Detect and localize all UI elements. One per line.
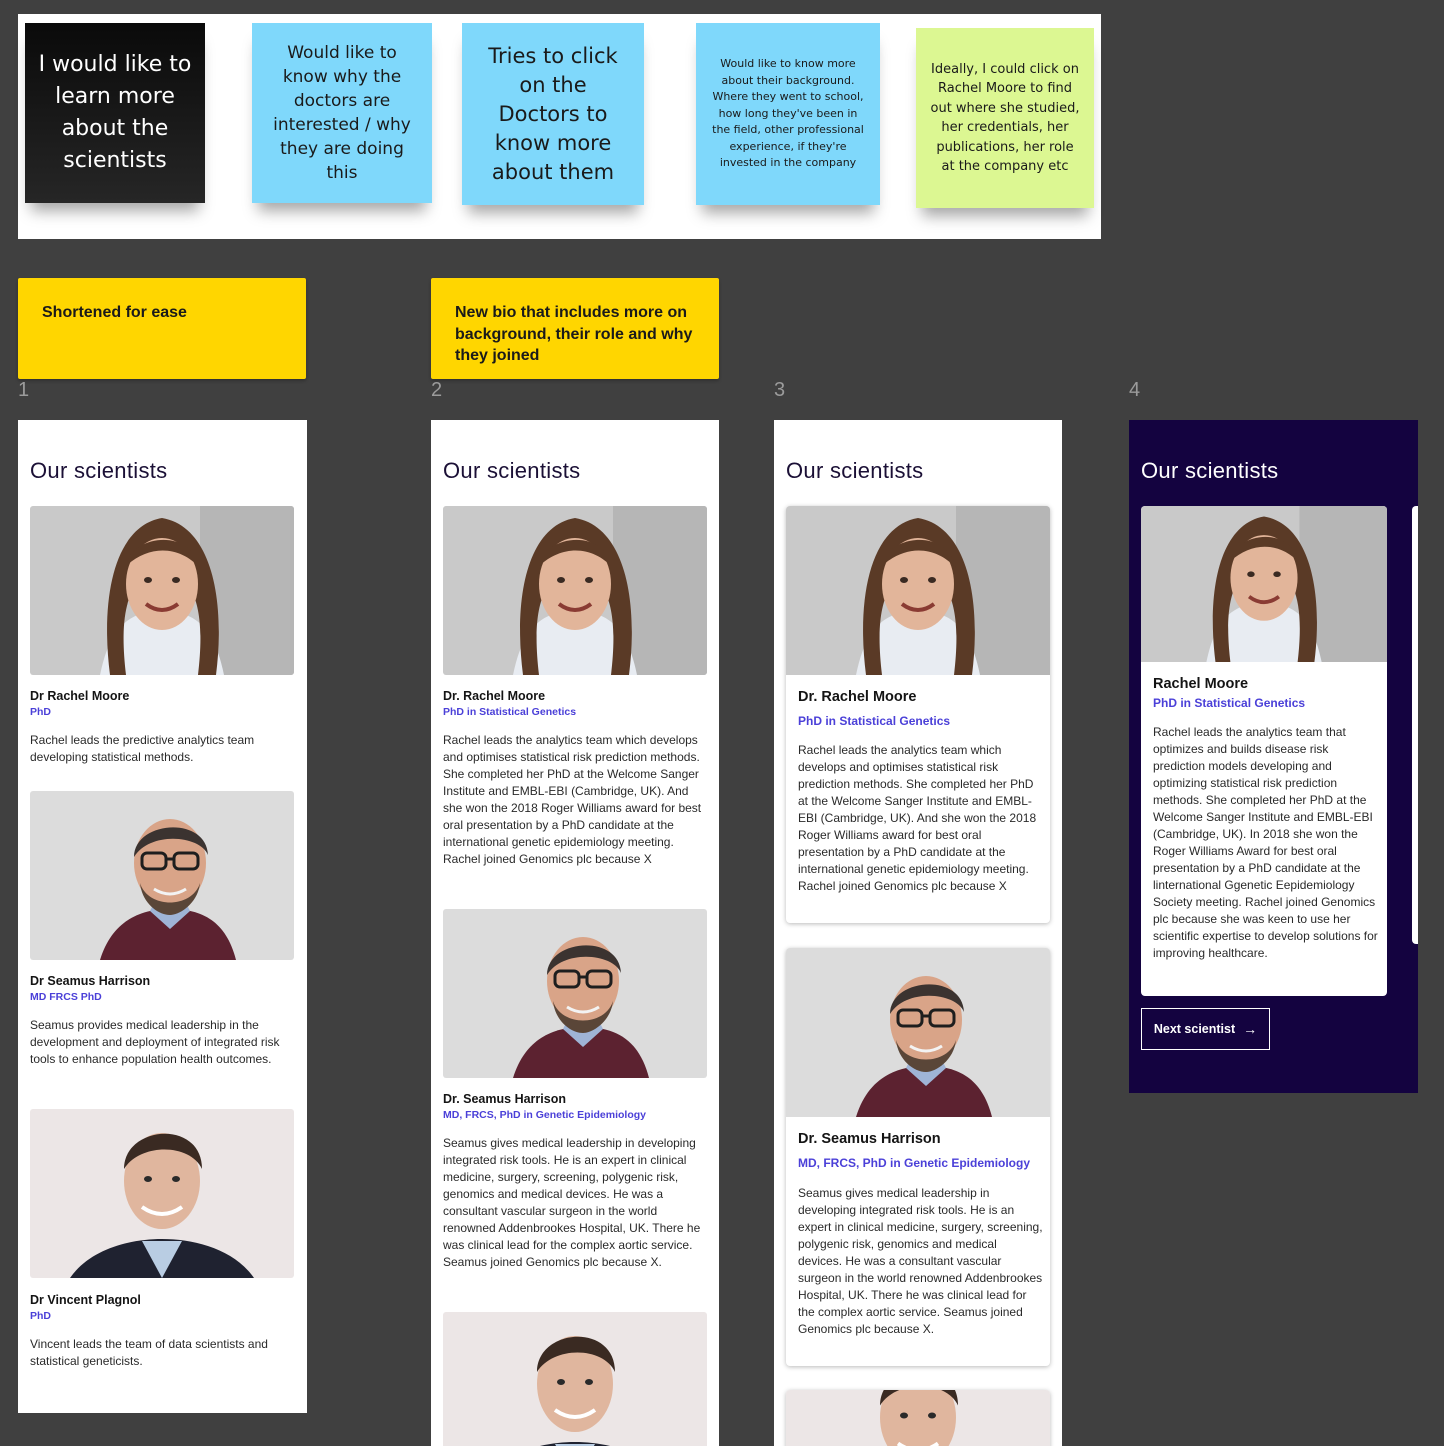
- sticky-note-text: Tries to click on the Doctors to know mo…: [488, 43, 618, 184]
- scientist-bio: Seamus gives medical leadership in devel…: [798, 1186, 1043, 1336]
- frame-4-carousel: Our scientists Rachel Moore PhD in Stati…: [1129, 420, 1418, 1093]
- sticky-note-text: Ideally, I could click on Rachel Moore t…: [930, 61, 1080, 175]
- sticky-note: Ideally, I could click on Rachel Moore t…: [916, 28, 1094, 208]
- next-scientist-label: Next scientist: [1153, 1022, 1236, 1036]
- scientist-credentials: PhD in Statistical Genetics: [443, 706, 577, 718]
- frame-1-shortened: Our scientists Dr Rachel Moore PhD Rache…: [18, 420, 307, 1413]
- frame-number: 3: [774, 379, 786, 401]
- scientist-name: Dr Seamus Harrison: [30, 974, 151, 988]
- scientist-bio: Seamus gives medical leadership in devel…: [443, 1136, 701, 1269]
- scientist-card[interactable]: Rachel Moore PhD in Statistical Genetics…: [1141, 506, 1387, 996]
- research-board: I would like to learn more about the sci…: [18, 14, 1101, 239]
- scientist-credentials: PhD in Statistical Genetics: [1153, 696, 1306, 710]
- scientist-photo: [30, 1109, 294, 1278]
- section-title: Our scientists: [1141, 458, 1279, 483]
- section-title: Our scientists: [443, 458, 581, 483]
- scientist-name: Dr. Rachel Moore: [798, 689, 917, 705]
- next-scientist-button[interactable]: Next scientist →: [1141, 1008, 1270, 1050]
- scientist-bio: Seamus provides medical leadership in th…: [30, 1018, 280, 1066]
- sticky-note: Would like to know why the doctors are i…: [252, 23, 432, 203]
- annotation-note: New bio that includes more on background…: [431, 278, 719, 379]
- sticky-note-text: Would like to know more about their back…: [712, 57, 864, 170]
- scientist-card[interactable]: Dr. Seamus Harrison MD, FRCS, PhD in Gen…: [786, 948, 1050, 1366]
- scientist-bio: Rachel leads the analytics team which de…: [443, 733, 702, 866]
- arrow-right-icon: →: [1243, 1021, 1258, 1037]
- frame-3-cards: Our scientists Dr. Rachel Moore PhD in S…: [774, 420, 1062, 1446]
- scientist-photo: [786, 948, 1050, 1117]
- scientist-name: Dr Rachel Moore: [30, 689, 130, 703]
- annotation-note: Shortened for ease: [18, 278, 306, 379]
- frame-number: 2: [431, 379, 443, 401]
- scientist-name: Dr. Rachel Moore: [443, 689, 546, 703]
- sticky-note: Tries to click on the Doctors to know mo…: [462, 23, 644, 205]
- frame-number: 4: [1129, 379, 1141, 401]
- sticky-note: I would like to learn more about the sci…: [25, 23, 205, 203]
- sticky-note: Would like to know more about their back…: [696, 23, 880, 205]
- scientist-photo: [30, 506, 294, 675]
- scientist-photo: [30, 791, 294, 960]
- scientist-credentials: PhD in Statistical Genetics: [798, 714, 951, 728]
- scientist-name: Dr Vincent Plagnol: [30, 1293, 141, 1307]
- sticky-note-text: I would like to learn more about the sci…: [38, 52, 192, 173]
- section-title: Our scientists: [30, 458, 168, 483]
- scientist-photo: [786, 506, 1050, 675]
- scientist-name: Rachel Moore: [1153, 676, 1249, 692]
- scientist-card[interactable]: Dr. Rachel Moore PhD in Statistical Gene…: [786, 506, 1050, 923]
- sticky-note-text: Would like to know why the doctors are i…: [273, 43, 411, 183]
- scientist-photo: [443, 909, 707, 1078]
- scientist-bio: Rachel leads the analytics team that opt…: [1153, 725, 1378, 960]
- scientist-credentials: MD, FRCS, PhD in Genetic Epidemiology: [443, 1109, 647, 1121]
- scientist-photo: [786, 1390, 1050, 1446]
- section-title: Our scientists: [786, 458, 924, 483]
- scientist-bio: Rachel leads the predictive analytics te…: [30, 733, 255, 764]
- frame-2-new-bio: Our scientists Dr. Rachel Moore PhD in S…: [431, 420, 719, 1446]
- next-card-peek[interactable]: [1412, 506, 1418, 944]
- scientist-bio: Vincent leads the team of data scientist…: [30, 1337, 268, 1368]
- scientist-credentials: PhD: [30, 1310, 51, 1322]
- scientist-bio: Rachel leads the analytics team which de…: [798, 743, 1037, 893]
- scientist-name: Dr. Seamus Harrison: [443, 1092, 566, 1106]
- scientist-photo: [1141, 506, 1387, 662]
- scientist-photo: [443, 506, 707, 675]
- scientist-credentials: MD FRCS PhD: [30, 991, 102, 1003]
- scientist-card[interactable]: [786, 1390, 1050, 1446]
- scientist-credentials: PhD: [30, 706, 51, 718]
- scientist-name: Dr. Seamus Harrison: [798, 1131, 941, 1147]
- scientist-photo: [443, 1312, 707, 1446]
- scientist-credentials: MD, FRCS, PhD in Genetic Epidemiology: [798, 1156, 1031, 1170]
- frame-number: 1: [18, 379, 30, 401]
